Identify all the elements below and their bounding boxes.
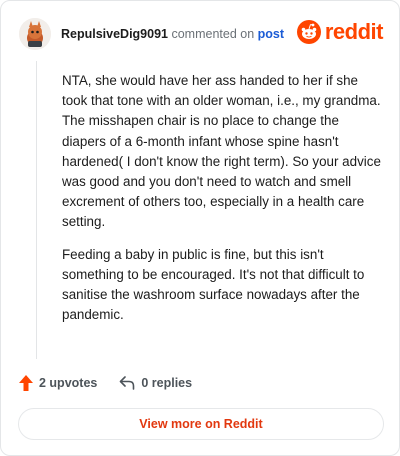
- upvote-arrow-icon: [19, 375, 33, 391]
- upvote-button[interactable]: 2 upvotes: [19, 375, 97, 391]
- thread-line: [36, 61, 37, 359]
- action-text: commented on: [171, 27, 255, 41]
- reddit-logo-text: reddit: [324, 19, 384, 44]
- author-line: RepulsiveDig9091 commented on post: [61, 27, 284, 41]
- author-name[interactable]: RepulsiveDig9091: [61, 27, 168, 41]
- reply-count: 0 replies: [141, 376, 193, 390]
- post-link[interactable]: post: [258, 27, 284, 41]
- view-more-button[interactable]: View more on Reddit: [18, 408, 384, 440]
- reddit-logo-icon: [296, 20, 321, 44]
- comment-paragraph: Feeding a baby in public is fine, but th…: [62, 246, 365, 323]
- reply-arrow-icon: [120, 376, 135, 390]
- comment-actions: 2 upvotes 0 replies: [19, 373, 214, 393]
- comment-header: RepulsiveDig9091 commented on post reddi…: [19, 15, 384, 53]
- reddit-logo[interactable]: reddit: [296, 19, 384, 44]
- comment-body: NTA, she would have her ass handed to he…: [62, 71, 384, 337]
- comment-paragraph: NTA, she would have her ass handed to he…: [62, 73, 381, 230]
- reddit-comment-embed: RepulsiveDig9091 commented on post reddi…: [0, 0, 400, 456]
- avatar-icon[interactable]: [19, 18, 51, 50]
- upvote-count: 2 upvotes: [39, 376, 98, 390]
- reply-button[interactable]: 0 replies: [119, 376, 192, 390]
